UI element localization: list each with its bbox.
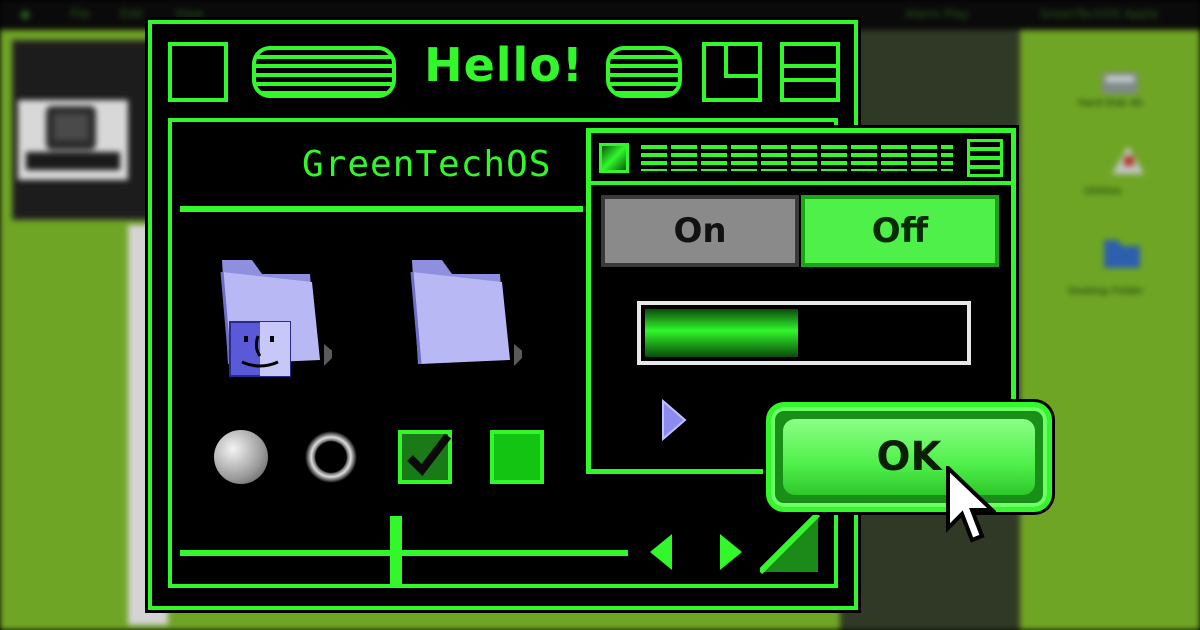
resize-grip-icon[interactable] [760, 514, 820, 574]
toggle-off-button[interactable]: Off [801, 195, 999, 267]
desktop-folder-label: Desktop Folder [1068, 286, 1144, 297]
radio-button-unselected[interactable] [214, 430, 268, 484]
zoom-glyph-icon [724, 46, 758, 78]
utilities-label: Utilities [1084, 186, 1122, 197]
hard-disk-icon[interactable] [1098, 62, 1142, 102]
menu-edit[interactable]: Edit [120, 7, 143, 21]
finder-folder-icon[interactable] [212, 252, 332, 382]
slider-thumb[interactable] [390, 516, 402, 588]
progress-bar-fill [645, 309, 798, 357]
checkbox-unchecked[interactable] [490, 430, 544, 484]
dialog-title-stripes [641, 145, 953, 171]
title-bar[interactable]: Hello! [152, 24, 854, 110]
menu-file[interactable]: File [70, 7, 90, 21]
dialog-title-bar[interactable] [591, 133, 1011, 185]
dialog-close-icon[interactable] [599, 143, 629, 173]
menu-view[interactable]: View [175, 7, 203, 21]
menu-right-2[interactable]: GreenTechOS Apple [1040, 7, 1158, 21]
collapse-glyph-icon [784, 64, 836, 82]
checkbox-checked[interactable] [398, 430, 452, 484]
apple-menu-icon[interactable]: ● [20, 7, 30, 21]
ok-button[interactable]: OK [766, 402, 1052, 512]
collapse-box-icon[interactable] [780, 42, 840, 102]
title-bar-grille-left [252, 46, 396, 98]
brand-label: GreenTechOS [302, 144, 552, 185]
progress-bar [637, 301, 971, 365]
arrow-right-icon[interactable] [716, 532, 746, 572]
screen: ● File Edit View Alarm Play GreenTechOS … [0, 0, 1200, 630]
slider-track[interactable] [180, 550, 628, 556]
mouse-pointer-icon [946, 466, 996, 543]
background-window-pane [18, 100, 128, 180]
arrow-left-icon[interactable] [646, 532, 676, 572]
monitor-icon [26, 106, 120, 170]
hard-disk-label: Hard Disk 40 [1078, 98, 1143, 109]
utilities-icon[interactable] [1106, 140, 1150, 180]
zoom-box-icon[interactable] [702, 42, 762, 102]
disclosure-triangle-icon[interactable] [659, 399, 689, 441]
toggle-on-button[interactable]: On [601, 195, 799, 267]
ok-button-label: OK [783, 419, 1035, 495]
folder-icon[interactable] [402, 252, 522, 382]
divider [180, 206, 600, 212]
dialog-collapse-icon[interactable] [967, 139, 1003, 177]
close-box-icon[interactable] [168, 42, 228, 102]
menu-right-1[interactable]: Alarm Play [905, 7, 969, 21]
title-bar-grille-right [606, 46, 682, 98]
radio-button-selected[interactable] [304, 430, 358, 484]
desktop-folder-icon[interactable] [1100, 232, 1144, 272]
window-title: Hello! [424, 38, 584, 92]
